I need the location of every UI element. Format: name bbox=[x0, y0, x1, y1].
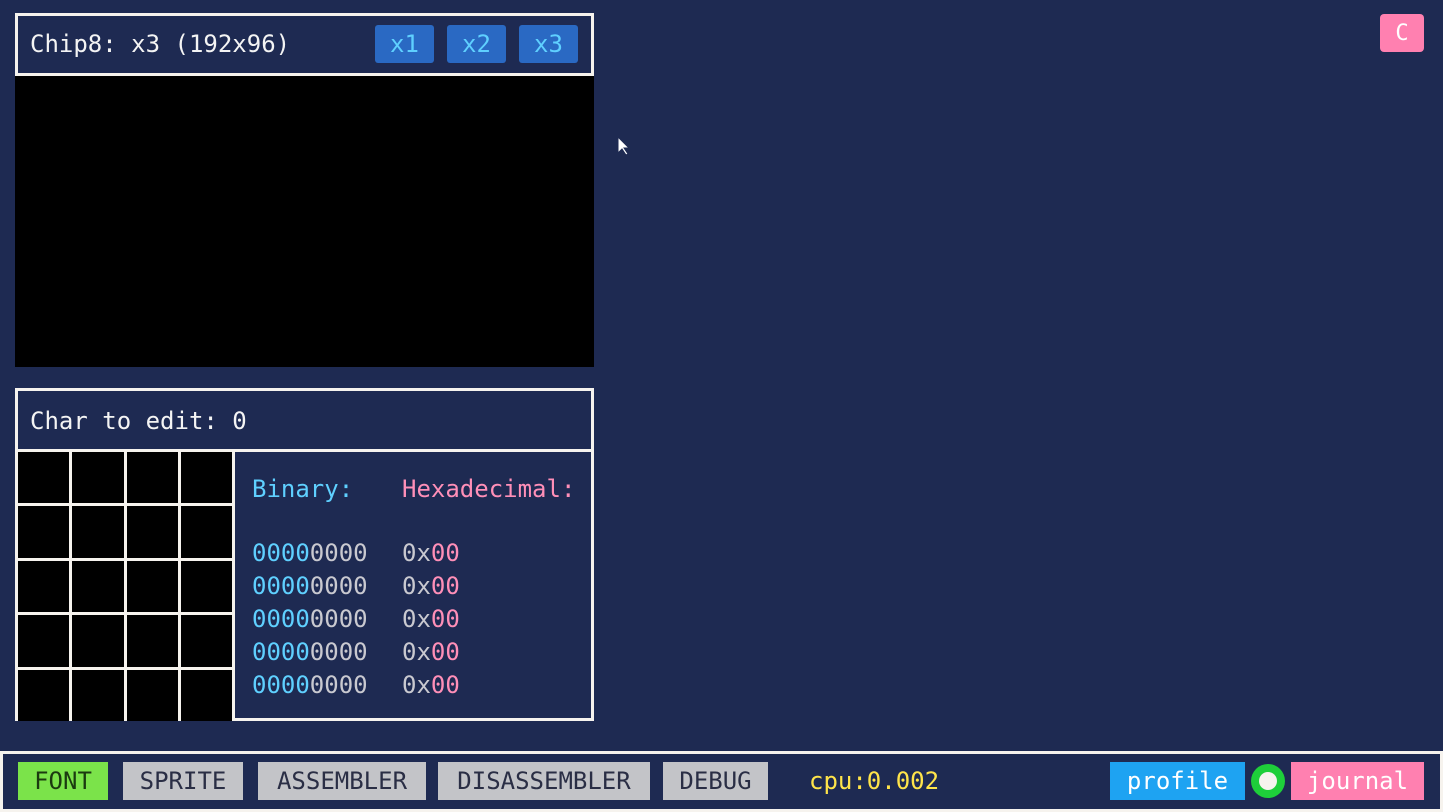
chip8-display bbox=[15, 76, 594, 367]
binary-low-nibble: 0000 bbox=[309, 572, 368, 600]
screen-title: Chip8: x3 (192x96) bbox=[30, 30, 291, 58]
pixel-cell[interactable] bbox=[126, 560, 178, 613]
hex-digits: 00 bbox=[430, 539, 460, 567]
pixel-cell[interactable] bbox=[18, 560, 70, 613]
cpu-value: 0.002 bbox=[866, 767, 940, 795]
pixel-cell[interactable] bbox=[180, 452, 232, 504]
binary-high-nibble: 0000 bbox=[252, 638, 310, 666]
pixel-cell[interactable] bbox=[72, 615, 124, 667]
pixel-cell[interactable] bbox=[180, 560, 232, 613]
hex-value: 0x00 bbox=[402, 605, 460, 633]
pixel-cell[interactable] bbox=[126, 669, 178, 721]
zoom-x2-button[interactable]: x2 bbox=[447, 25, 506, 63]
cpu-readout: cpu:0.002 bbox=[809, 767, 939, 795]
binary-high-nibble: 0000 bbox=[252, 671, 310, 699]
pixel-cell[interactable] bbox=[18, 452, 70, 504]
hex-digits: 00 bbox=[430, 605, 460, 633]
status-indicator-icon[interactable] bbox=[1251, 764, 1285, 798]
hex-prefix: 0x bbox=[402, 605, 431, 633]
pixel-cell[interactable] bbox=[126, 615, 178, 667]
tab-sprite[interactable]: SPRITE bbox=[123, 762, 243, 800]
hex-prefix: 0x bbox=[402, 671, 431, 699]
journal-button[interactable]: journal bbox=[1291, 762, 1424, 800]
pixel-cell[interactable] bbox=[72, 560, 124, 613]
pixel-cell[interactable] bbox=[126, 452, 178, 504]
hex-value: 0x00 bbox=[402, 671, 460, 699]
binary-low-nibble: 0000 bbox=[309, 605, 368, 633]
status-indicator-inner bbox=[1259, 772, 1277, 790]
pixel-cell[interactable] bbox=[72, 506, 124, 558]
mouse-cursor-icon bbox=[617, 135, 631, 160]
hex-prefix: 0x bbox=[402, 638, 431, 666]
pixel-cell[interactable] bbox=[180, 669, 232, 721]
pixel-cell[interactable] bbox=[72, 669, 124, 721]
binary-high-nibble: 0000 bbox=[252, 572, 310, 600]
zoom-x1-button[interactable]: x1 bbox=[375, 25, 434, 63]
pixel-cell[interactable] bbox=[180, 615, 232, 667]
binary-value: 00000000 bbox=[252, 572, 368, 600]
bottom-toolbar: FONT SPRITE ASSEMBLER DISASSEMBLER DEBUG… bbox=[0, 751, 1443, 812]
binary-value: 00000000 bbox=[252, 638, 368, 666]
zoom-x3-button[interactable]: x3 bbox=[519, 25, 578, 63]
tab-disassembler[interactable]: DISASSEMBLER bbox=[438, 762, 650, 800]
binary-value: 00000000 bbox=[252, 605, 368, 633]
pixel-cell[interactable] bbox=[126, 506, 178, 558]
font-editor-panel: Char to edit: 0 Binary: Hexadecimal: 000… bbox=[15, 388, 594, 721]
binary-low-nibble: 0000 bbox=[309, 539, 368, 567]
pixel-grid bbox=[18, 452, 235, 721]
tab-assembler[interactable]: ASSEMBLER bbox=[258, 762, 426, 800]
hex-value: 0x00 bbox=[402, 572, 460, 600]
c-corner-button[interactable]: C bbox=[1380, 14, 1424, 52]
hex-digits: 00 bbox=[430, 671, 460, 699]
pixel-cell[interactable] bbox=[18, 615, 70, 667]
tab-font[interactable]: FONT bbox=[18, 762, 108, 800]
hex-digits: 00 bbox=[430, 638, 460, 666]
pixel-cell[interactable] bbox=[72, 452, 124, 504]
binary-low-nibble: 0000 bbox=[309, 671, 368, 699]
binary-low-nibble: 0000 bbox=[309, 638, 368, 666]
hex-value: 0x00 bbox=[402, 539, 460, 567]
hex-value: 0x00 bbox=[402, 638, 460, 666]
binary-high-nibble: 0000 bbox=[252, 605, 310, 633]
cpu-label: cpu: bbox=[809, 767, 867, 795]
hex-digits: 00 bbox=[430, 572, 460, 600]
hex-prefix: 0x bbox=[402, 572, 431, 600]
pixel-cell[interactable] bbox=[18, 506, 70, 558]
profile-button[interactable]: profile bbox=[1110, 762, 1245, 800]
pixel-cell[interactable] bbox=[18, 669, 70, 721]
hex-header: Hexadecimal: bbox=[402, 475, 576, 503]
hex-prefix: 0x bbox=[402, 539, 431, 567]
binary-high-nibble: 0000 bbox=[252, 539, 310, 567]
char-to-edit-label: Char to edit: 0 bbox=[30, 407, 247, 435]
binary-value: 00000000 bbox=[252, 539, 368, 567]
tab-debug[interactable]: DEBUG bbox=[663, 762, 768, 800]
binary-value: 00000000 bbox=[252, 671, 368, 699]
binary-header: Binary: bbox=[252, 475, 354, 503]
screen-header: Chip8: x3 (192x96) x1 x2 x3 bbox=[15, 13, 594, 76]
pixel-cell[interactable] bbox=[180, 506, 232, 558]
